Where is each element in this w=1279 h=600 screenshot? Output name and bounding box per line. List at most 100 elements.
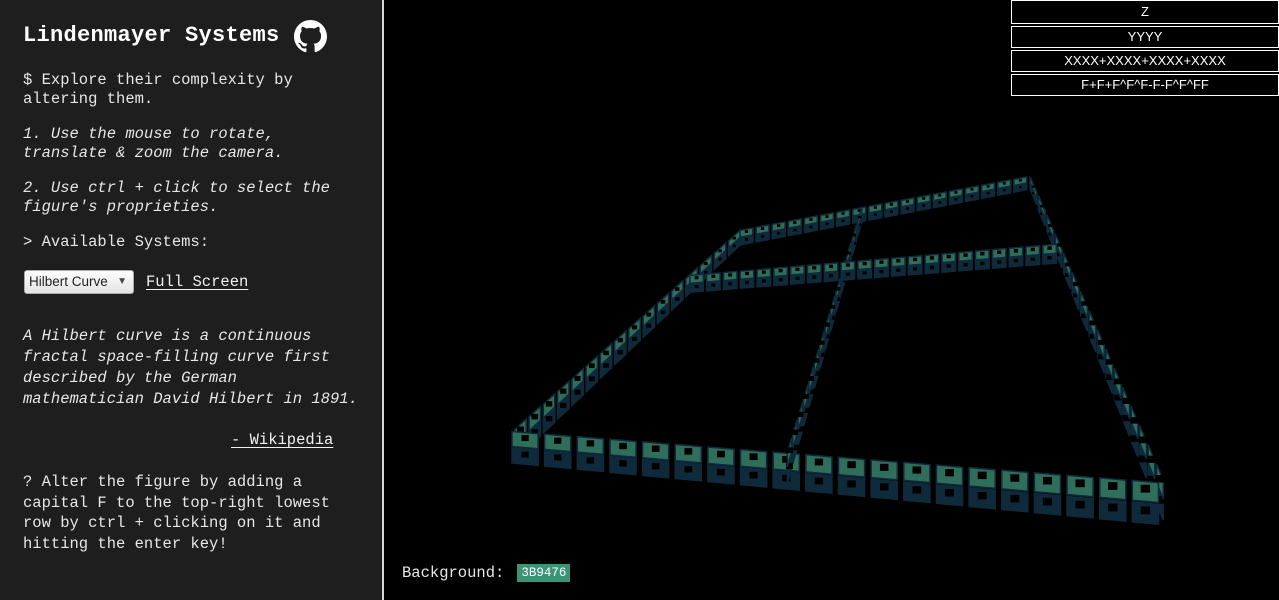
figure-hole: [718, 249, 722, 253]
figure-hole: [835, 286, 841, 291]
figure-hole: [830, 304, 836, 309]
figure-hole: [997, 260, 1002, 264]
figure-hole: [588, 363, 595, 369]
figure-hole: [554, 454, 562, 461]
figure-hole: [970, 194, 974, 198]
figure-hole: [879, 260, 884, 264]
figure-hole: [889, 210, 894, 213]
figure-hole: [938, 194, 942, 197]
rule-y[interactable]: YYYY: [1011, 26, 1279, 48]
figure-hole: [825, 215, 829, 218]
figure-hole: [938, 201, 942, 204]
figure-hole: [929, 265, 935, 270]
figure-hole: [732, 236, 736, 240]
figure-hole: [1089, 320, 1096, 326]
chevron-down-icon: ▼: [117, 275, 127, 287]
figure-hole: [728, 282, 733, 286]
figure-hole: [929, 256, 935, 260]
figure-hole: [545, 416, 553, 422]
hint-text: ? Alter the figure by adding a capital F…: [23, 473, 330, 553]
figure-hole: [660, 310, 666, 315]
figure-hole: [1081, 301, 1087, 306]
figure-hole: [1030, 257, 1035, 262]
figure-hole: [825, 222, 829, 226]
figure-hole: [814, 477, 824, 485]
figure-hole: [812, 275, 817, 279]
figure-hole: [732, 244, 736, 248]
figure-hole: [1140, 484, 1151, 493]
instruction-rotate: 1. Use the mouse to rotate, translate & …: [23, 125, 284, 162]
figure-hole: [1122, 397, 1130, 404]
fullscreen-link[interactable]: Full Screen: [146, 273, 248, 292]
system-select[interactable]: Hilbert Curve ▼: [24, 270, 134, 294]
figure-hole: [675, 297, 680, 301]
github-icon[interactable]: [293, 20, 327, 53]
figure-hole: [1105, 359, 1113, 365]
system-description: A Hilbert curve is a continuous fractal …: [23, 327, 358, 408]
figure-hole: [841, 212, 845, 215]
figure-hole: [980, 261, 985, 266]
rule-f[interactable]: F+F+F^F^F-F-F^F^FF: [1011, 74, 1279, 96]
figure-hole: [760, 227, 765, 230]
figure-hole: [846, 251, 851, 255]
figure-hole: [1075, 479, 1085, 488]
figure-hole: [862, 261, 867, 266]
figure-hole: [812, 266, 817, 270]
figure-hole: [586, 440, 595, 447]
figure-hole: [1047, 256, 1052, 260]
figure-hole: [862, 271, 867, 275]
figure-hole: [896, 268, 901, 272]
figure-hole: [586, 457, 595, 464]
figure-hole: [797, 411, 804, 418]
figure-hole: [777, 231, 781, 235]
background-control: Background: 3B9476: [402, 564, 571, 582]
figure-hole: [675, 287, 680, 291]
figure-hole: [745, 280, 749, 285]
figure-hole: [809, 218, 813, 221]
wikipedia-link[interactable]: - Wikipedia: [231, 431, 333, 450]
figure-hole: [1073, 281, 1079, 287]
figure-hole: [745, 271, 749, 276]
figure-hole: [646, 312, 652, 317]
figure-hole: [795, 276, 800, 281]
figure-hole: [778, 278, 783, 282]
figure-hole: [1114, 378, 1122, 385]
figure-hole: [617, 350, 623, 355]
figure-hole: [912, 486, 922, 494]
figure-hole: [545, 401, 553, 407]
background-color-value[interactable]: 3B9476: [517, 564, 571, 582]
figure-hole: [913, 257, 918, 262]
figure-hole: [963, 253, 968, 257]
figure-hole: [922, 197, 926, 200]
figure-hole: [1030, 247, 1035, 252]
hilbert-curve-3d: [511, 176, 1165, 525]
figure-hole: [1031, 185, 1035, 188]
figure-hole: [646, 323, 652, 328]
figure-hole: [913, 267, 918, 271]
figure-hole: [829, 273, 834, 278]
figure-hole: [945, 489, 954, 497]
figure-hole: [841, 219, 845, 223]
figure-hole: [997, 250, 1002, 255]
figure-hole: [977, 492, 987, 500]
figure-hole: [694, 276, 699, 280]
background-label: Background:: [402, 564, 505, 582]
figure-hole: [954, 191, 958, 194]
figure-hole: [1147, 455, 1156, 463]
figure-hole: [554, 437, 562, 444]
figure-hole: [717, 468, 725, 476]
figure-hole: [795, 267, 800, 271]
rule-axiom[interactable]: Z: [1011, 0, 1279, 24]
figure-hole: [813, 358, 820, 363]
figure-hole: [946, 254, 951, 259]
figure-hole: [603, 350, 609, 356]
rule-x[interactable]: XXXX+XXXX+XXXX+XXXX: [1011, 50, 1279, 72]
sidebar: Lindenmayer Systems $ Explore their comp…: [0, 0, 384, 600]
figure-hole: [749, 453, 758, 461]
figure-hole: [786, 447, 793, 454]
figure-hole: [793, 221, 797, 224]
figure-hole: [954, 198, 958, 201]
figure-hole: [684, 465, 693, 473]
figure-hole: [912, 466, 922, 474]
figure-hole: [1042, 497, 1053, 506]
